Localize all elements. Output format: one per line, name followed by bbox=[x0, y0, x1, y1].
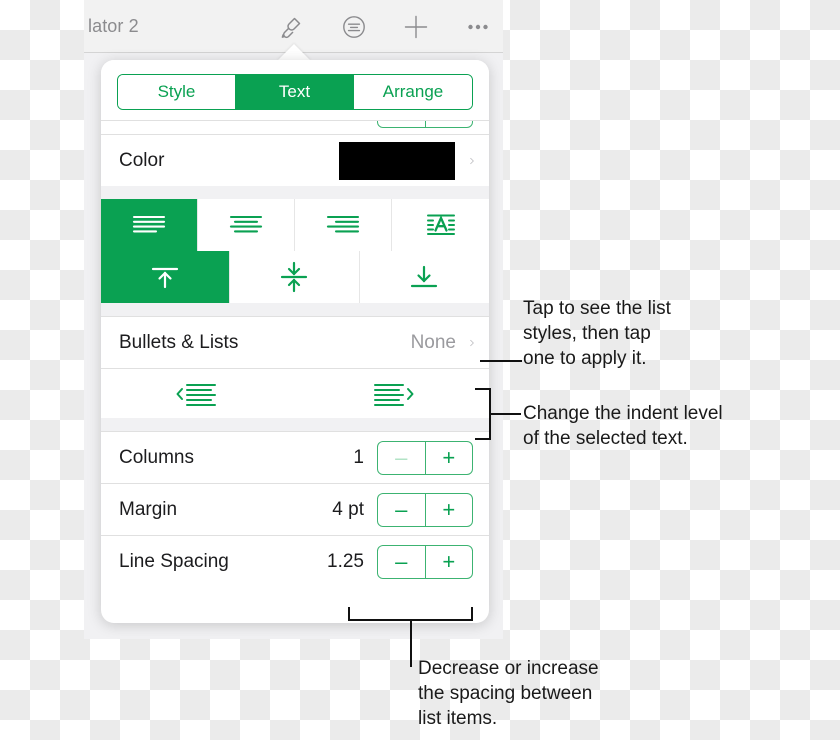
callout-line-bullets bbox=[480, 360, 522, 362]
section-divider bbox=[101, 186, 489, 199]
callout-bracket-spacing-left-tick bbox=[348, 607, 350, 621]
size-row-clipped: Size 12 pt – + bbox=[101, 120, 489, 134]
text-format-popover: Style Text Arrange Size 12 pt – + Color bbox=[101, 60, 489, 623]
columns-minus-button[interactable]: – bbox=[378, 441, 426, 474]
decrease-indent-button[interactable] bbox=[101, 369, 295, 418]
callout-line-spacing bbox=[410, 619, 412, 667]
align-top-button[interactable] bbox=[101, 251, 231, 303]
insert-menu-icon[interactable] bbox=[337, 10, 371, 44]
columns-row: Columns 1 – + bbox=[101, 431, 489, 483]
size-minus-button[interactable]: – bbox=[378, 121, 426, 127]
popover-tabs: Style Text Arrange bbox=[101, 60, 489, 120]
columns-stepper[interactable]: – + bbox=[377, 440, 473, 475]
callout-bracket-spacing-right-tick bbox=[471, 607, 473, 621]
tab-text[interactable]: Text bbox=[236, 75, 354, 109]
callout-bracket-indent-bottom bbox=[475, 438, 491, 440]
alignment-grid bbox=[101, 199, 489, 303]
bullets-value: None bbox=[410, 331, 456, 353]
size-stepper[interactable]: – + bbox=[377, 121, 473, 128]
margin-stepper[interactable]: – + bbox=[377, 492, 473, 527]
tab-arrange[interactable]: Arrange bbox=[354, 75, 472, 109]
color-swatch[interactable] bbox=[339, 141, 455, 180]
annotation-indent-text: Change the indent level of the selected … bbox=[523, 403, 723, 449]
line-spacing-stepper[interactable]: – + bbox=[377, 544, 473, 579]
columns-value: 1 bbox=[353, 446, 364, 468]
line-spacing-label: Line Spacing bbox=[119, 550, 229, 572]
increase-indent-button[interactable] bbox=[295, 369, 489, 418]
more-options-icon[interactable] bbox=[461, 10, 495, 44]
chevron-right-icon bbox=[469, 151, 489, 171]
align-right-button[interactable] bbox=[295, 199, 392, 251]
section-divider bbox=[101, 303, 489, 316]
margin-plus-button[interactable]: + bbox=[426, 494, 473, 526]
bullets-label: Bullets & Lists bbox=[119, 331, 239, 353]
columns-plus-button[interactable]: + bbox=[426, 442, 473, 474]
annotation-bullets-text: Tap to see the list styles, then tap one… bbox=[523, 298, 671, 369]
screenshot-root: lator 2 Style Text Arrange Color Bullets… bbox=[0, 0, 840, 740]
color-row[interactable]: Color bbox=[101, 134, 489, 186]
section-divider bbox=[101, 418, 489, 431]
size-plus-button[interactable]: + bbox=[426, 121, 473, 127]
indent-row bbox=[101, 368, 489, 418]
chevron-right-icon bbox=[469, 333, 489, 353]
line-spacing-value: 1.25 bbox=[327, 550, 364, 572]
columns-label: Columns bbox=[119, 446, 194, 468]
margin-row: Margin 4 pt – + bbox=[101, 483, 489, 535]
line-spacing-plus-button[interactable]: + bbox=[426, 546, 473, 578]
paragraph-alignment-row bbox=[101, 199, 489, 251]
margin-minus-button[interactable]: – bbox=[378, 493, 426, 526]
align-left-button[interactable] bbox=[101, 199, 198, 251]
size-label: Size bbox=[119, 121, 156, 122]
popover-arrow bbox=[277, 44, 311, 61]
margin-value: 4 pt bbox=[332, 498, 364, 520]
vertical-alignment-row bbox=[101, 251, 489, 303]
align-bottom-button[interactable] bbox=[359, 251, 489, 303]
tab-style[interactable]: Style bbox=[118, 75, 236, 109]
annotation-spacing-text: Decrease or increase the spacing between… bbox=[418, 658, 599, 729]
align-center-button[interactable] bbox=[198, 199, 295, 251]
line-spacing-row: Line Spacing 1.25 – + bbox=[101, 535, 489, 587]
margin-label: Margin bbox=[119, 498, 178, 520]
align-middle-button[interactable] bbox=[230, 251, 360, 303]
format-brush-icon[interactable] bbox=[274, 10, 308, 44]
add-icon[interactable] bbox=[399, 10, 433, 44]
callout-line-indent bbox=[489, 413, 521, 415]
bullets-and-lists-row[interactable]: Bullets & Lists None bbox=[101, 316, 489, 368]
document-title: lator 2 bbox=[88, 16, 139, 36]
size-value: 12 pt bbox=[322, 121, 377, 122]
size-row: Size 12 pt – + bbox=[101, 121, 489, 134]
callout-bracket-indent-top bbox=[475, 388, 491, 390]
align-justify-button[interactable] bbox=[392, 199, 489, 251]
line-spacing-minus-button[interactable]: – bbox=[378, 545, 426, 578]
color-label: Color bbox=[119, 149, 165, 171]
